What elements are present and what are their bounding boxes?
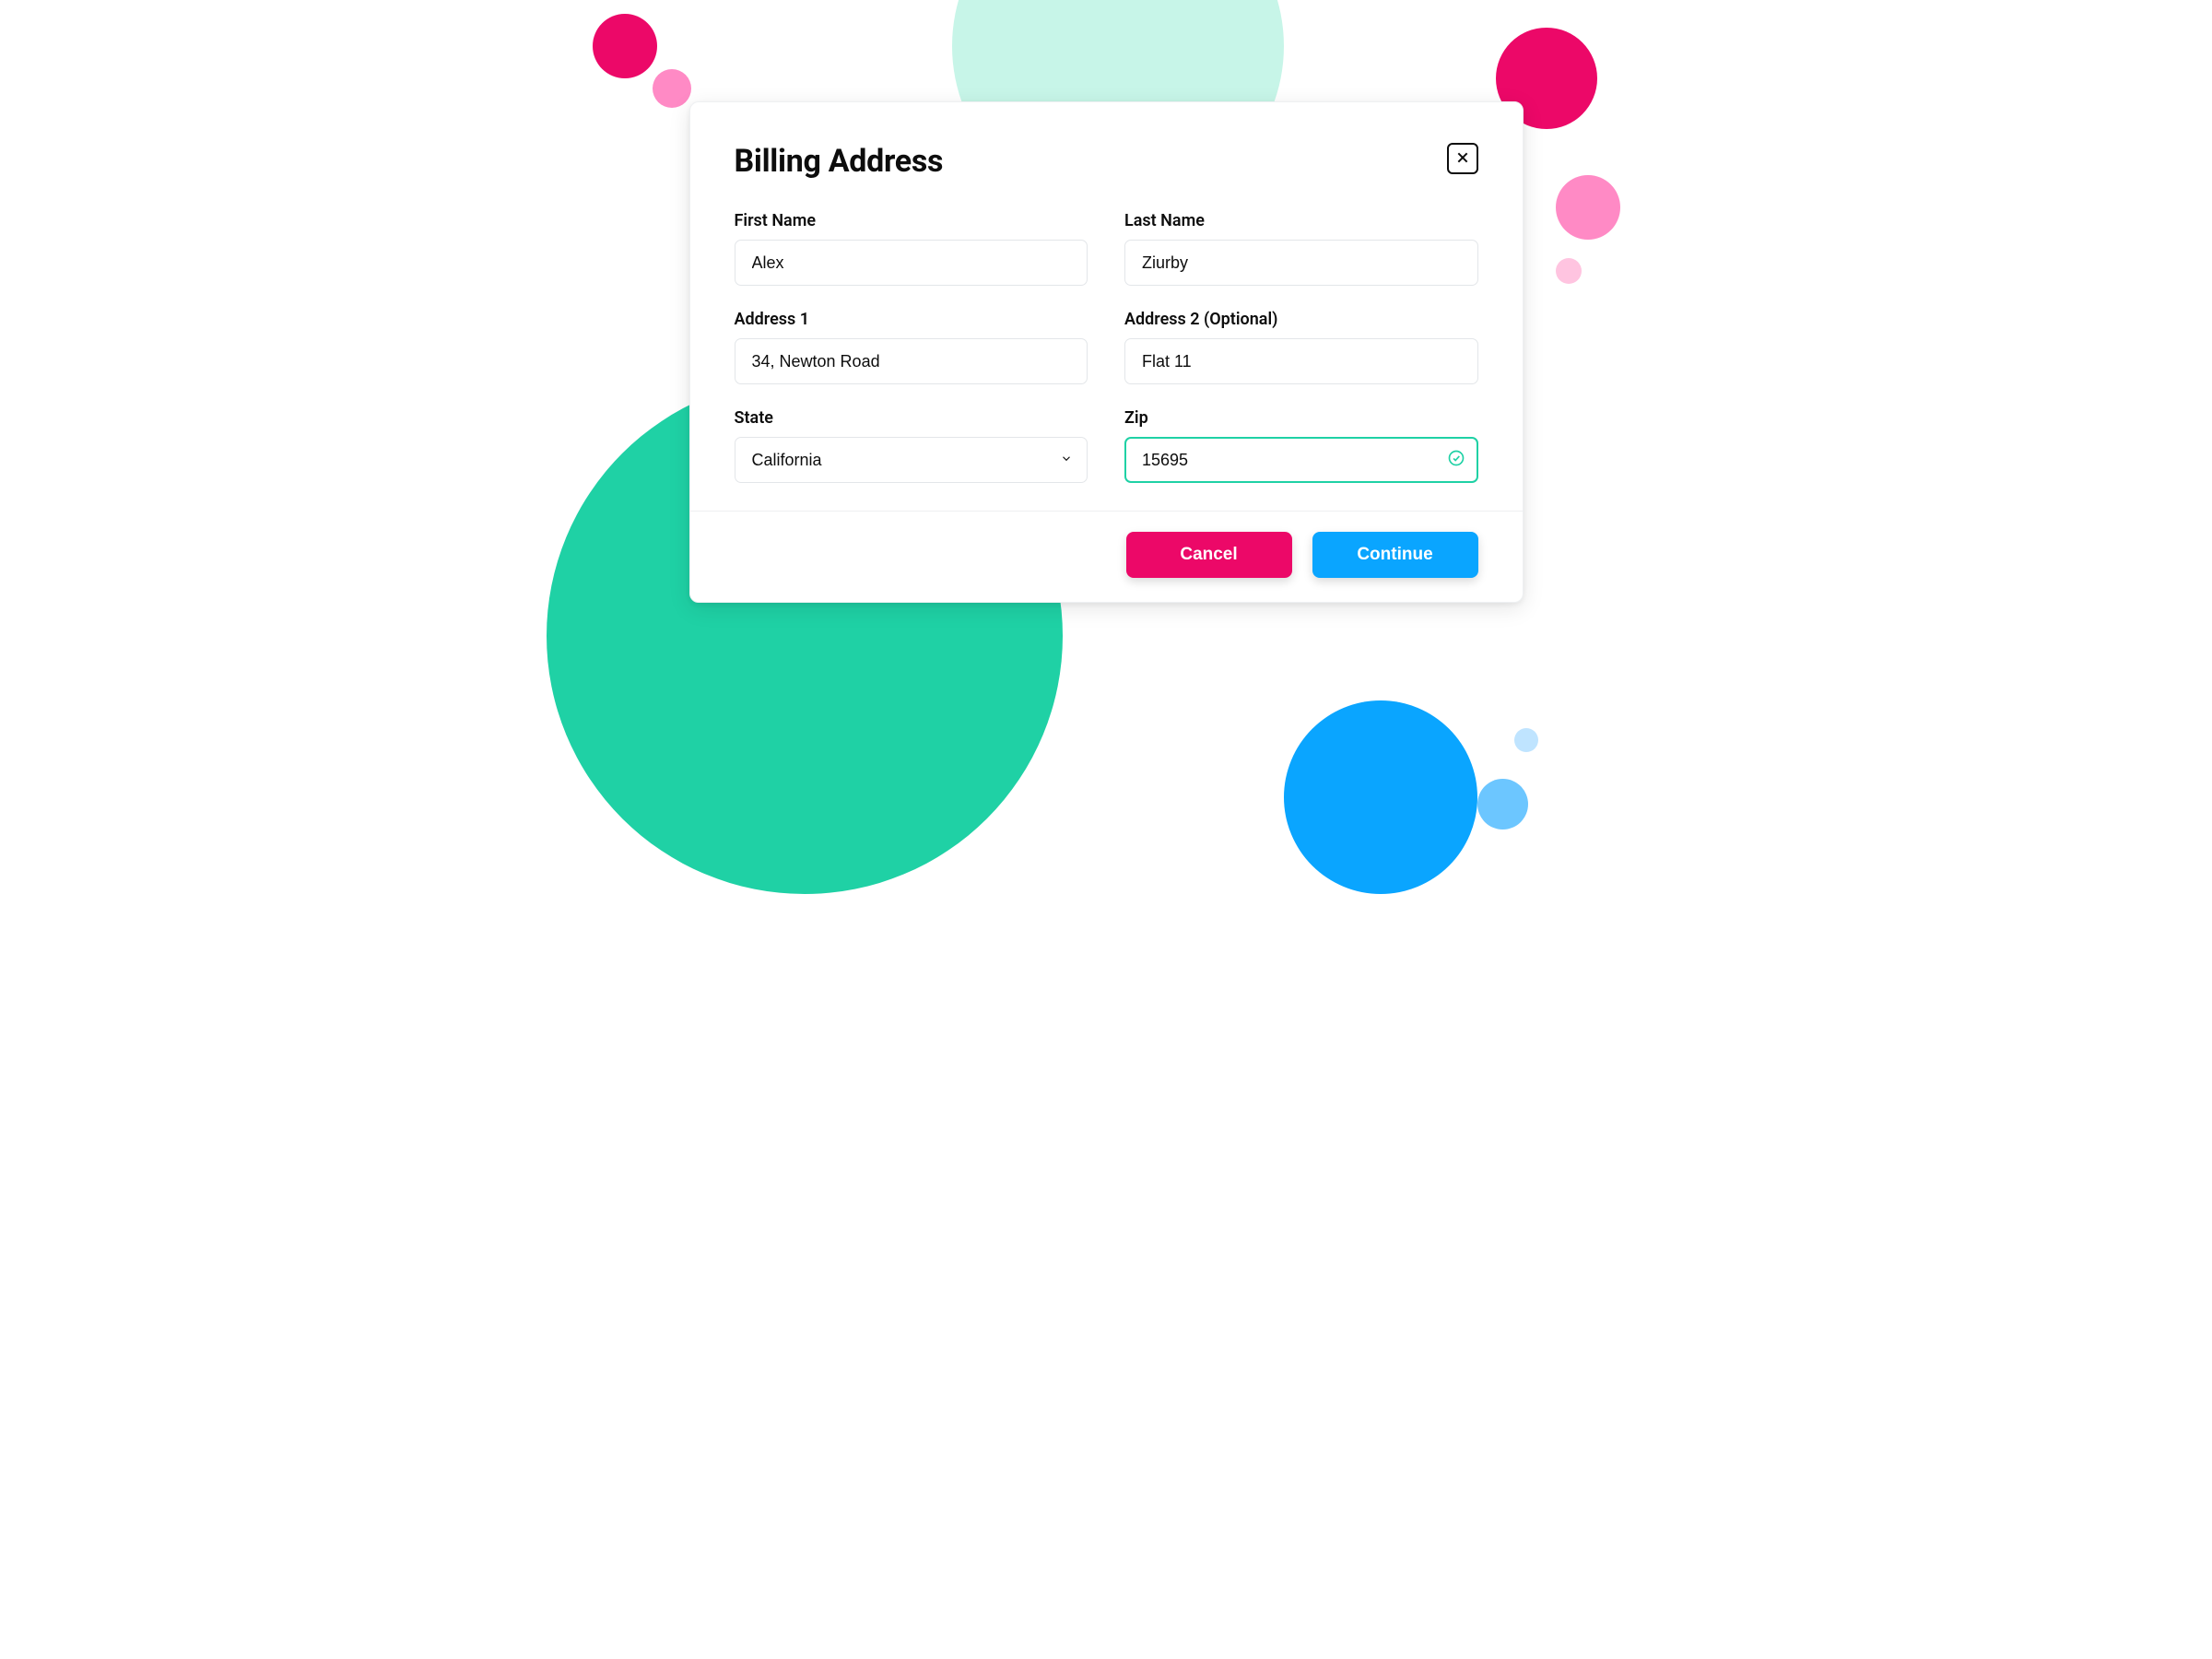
bg-circle-blue-dot [1514,728,1538,752]
field-address2: Address 2 (Optional) [1124,310,1478,384]
cancel-button[interactable]: Cancel [1126,532,1292,578]
label-zip: Zip [1124,408,1478,428]
form-grid: First Name Last Name Address 1 [735,211,1478,483]
field-zip: Zip [1124,408,1478,483]
field-last-name: Last Name [1124,211,1478,286]
first-name-input[interactable] [735,240,1088,286]
label-first-name: First Name [735,211,1088,230]
zip-input[interactable] [1124,437,1478,483]
continue-button[interactable]: Continue [1312,532,1478,578]
label-last-name: Last Name [1124,211,1478,230]
address1-input[interactable] [735,338,1088,384]
modal-footer: Cancel Continue [690,511,1523,602]
bg-circle-pink-top-left [653,69,691,108]
label-address1: Address 1 [735,310,1088,329]
check-circle-icon [1447,449,1465,471]
field-first-name: First Name [735,211,1088,286]
address2-input[interactable] [1124,338,1478,384]
field-address1: Address 1 [735,310,1088,384]
modal-title: Billing Address [735,143,944,180]
label-state: State [735,408,1088,428]
bg-circle-blue-large [1284,700,1477,894]
bg-circle-pink-dot [1556,258,1582,284]
billing-address-modal: Billing Address First Name Last Name [689,101,1524,603]
bg-circle-pink-right [1556,175,1620,240]
bg-circle-blue-mid [1477,779,1528,830]
label-address2: Address 2 (Optional) [1124,310,1478,329]
field-state: State [735,408,1088,483]
close-button[interactable] [1447,143,1478,174]
state-select[interactable] [735,437,1088,483]
bg-circle-magenta-top-left [593,14,657,78]
close-icon [1455,150,1470,168]
stage: Billing Address First Name Last Name [519,0,1694,881]
last-name-input[interactable] [1124,240,1478,286]
